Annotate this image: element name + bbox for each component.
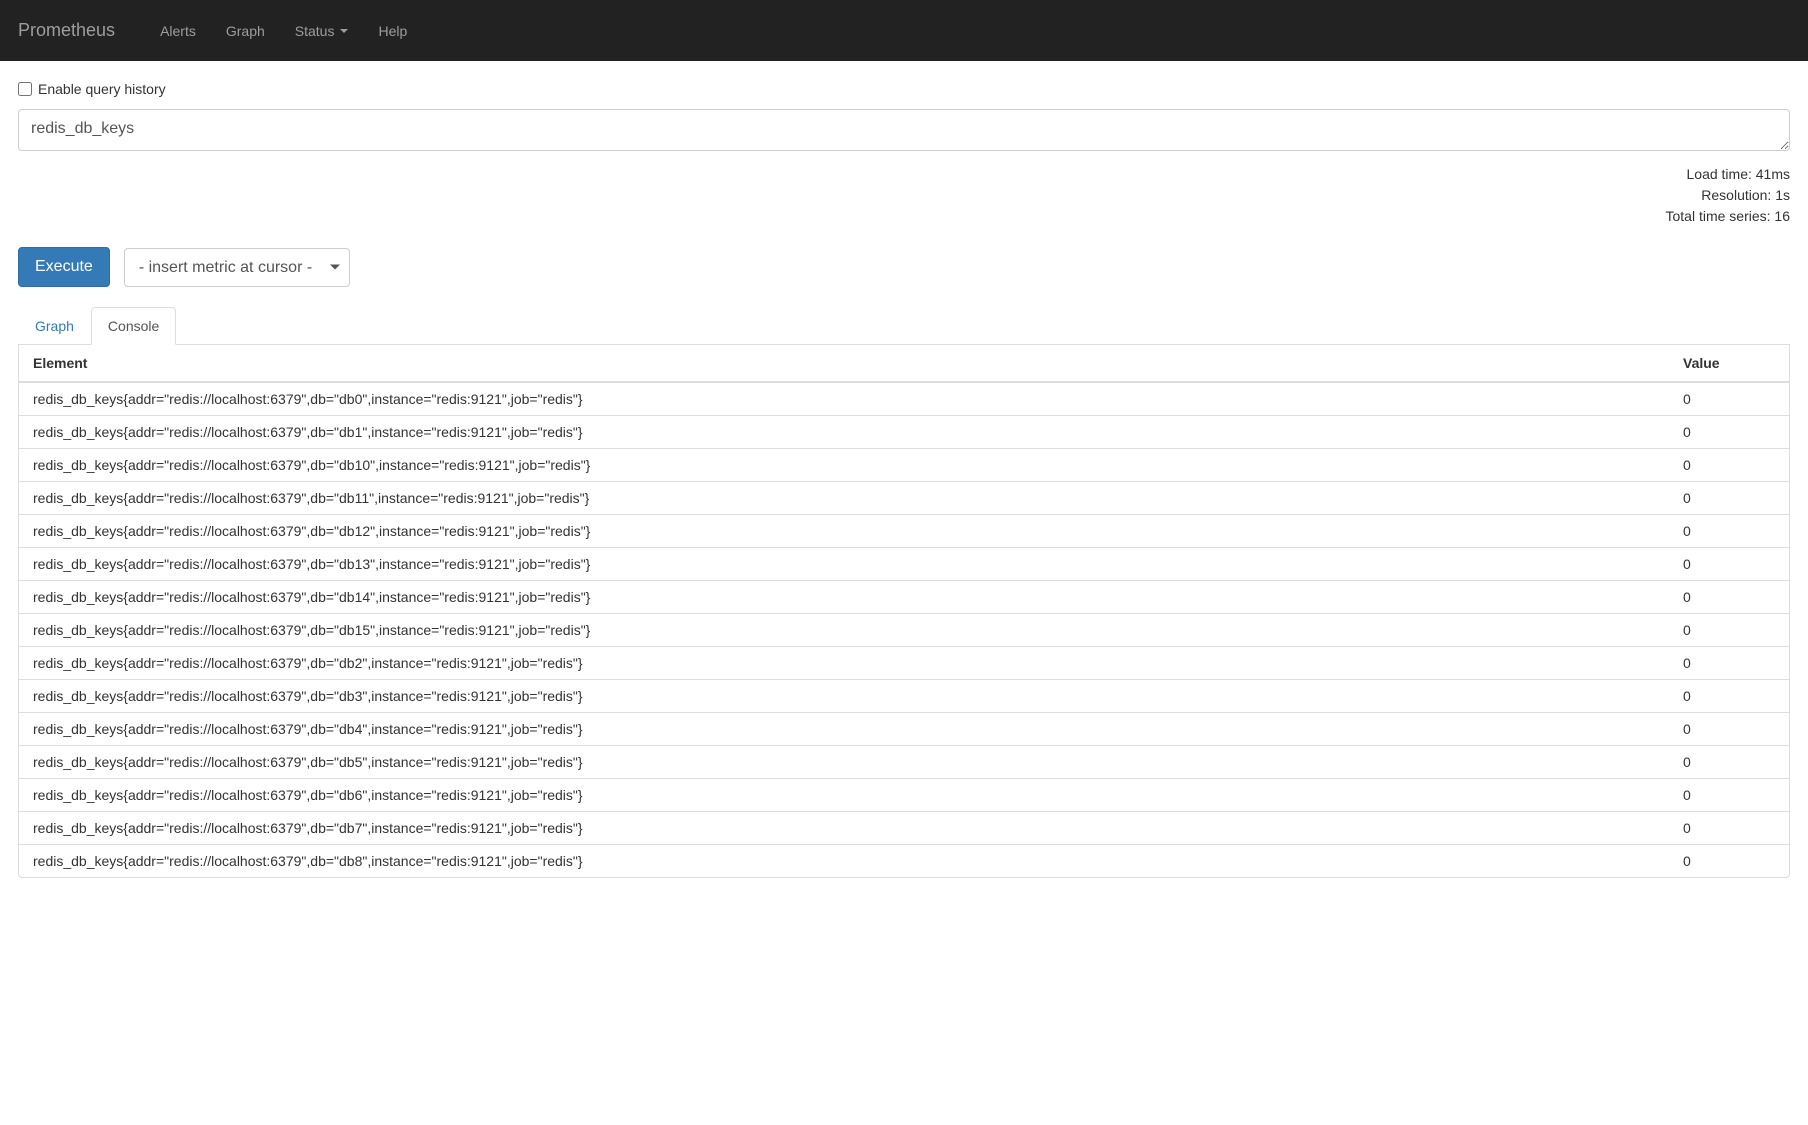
cell-element: redis_db_keys{addr="redis://localhost:63… xyxy=(19,581,1669,614)
cell-element: redis_db_keys{addr="redis://localhost:63… xyxy=(19,416,1669,449)
cell-element: redis_db_keys{addr="redis://localhost:63… xyxy=(19,548,1669,581)
cell-element: redis_db_keys{addr="redis://localhost:63… xyxy=(19,482,1669,515)
navbar: Prometheus Alerts Graph Status Help xyxy=(0,0,1808,61)
cell-element: redis_db_keys{addr="redis://localhost:63… xyxy=(19,515,1669,548)
nav-alerts[interactable]: Alerts xyxy=(145,23,211,39)
cell-element: redis_db_keys{addr="redis://localhost:63… xyxy=(19,449,1669,482)
cell-element: redis_db_keys{addr="redis://localhost:63… xyxy=(19,812,1669,845)
cell-value: 0 xyxy=(1669,680,1789,713)
query-stats: Load time: 41ms Resolution: 1s Total tim… xyxy=(18,164,1790,227)
results-panel: Element Value redis_db_keys{addr="redis:… xyxy=(18,345,1790,878)
tab-graph[interactable]: Graph xyxy=(18,307,91,345)
col-header-element: Element xyxy=(19,345,1669,382)
cell-element: redis_db_keys{addr="redis://localhost:63… xyxy=(19,647,1669,680)
cell-element: redis_db_keys{addr="redis://localhost:63… xyxy=(19,614,1669,647)
brand-link[interactable]: Prometheus xyxy=(18,20,145,41)
table-header-row: Element Value xyxy=(19,345,1789,382)
table-row: redis_db_keys{addr="redis://localhost:63… xyxy=(19,647,1789,680)
query-history-label: Enable query history xyxy=(38,81,166,97)
table-row: redis_db_keys{addr="redis://localhost:63… xyxy=(19,845,1789,878)
stat-load-time: Load time: 41ms xyxy=(18,164,1790,185)
cell-value: 0 xyxy=(1669,779,1789,812)
tabs: Graph Console xyxy=(18,307,1790,345)
table-row: redis_db_keys{addr="redis://localhost:63… xyxy=(19,746,1789,779)
cell-element: redis_db_keys{addr="redis://localhost:63… xyxy=(19,845,1669,878)
cell-element: redis_db_keys{addr="redis://localhost:63… xyxy=(19,746,1669,779)
results-table: Element Value redis_db_keys{addr="redis:… xyxy=(19,345,1789,877)
query-history-toggle[interactable]: Enable query history xyxy=(18,81,1790,97)
table-row: redis_db_keys{addr="redis://localhost:63… xyxy=(19,581,1789,614)
stat-total-series: Total time series: 16 xyxy=(18,206,1790,227)
execute-button[interactable]: Execute xyxy=(18,247,110,287)
cell-value: 0 xyxy=(1669,845,1789,878)
main-container: Enable query history Load time: 41ms Res… xyxy=(0,61,1808,898)
cell-value: 0 xyxy=(1669,614,1789,647)
cell-element: redis_db_keys{addr="redis://localhost:63… xyxy=(19,382,1669,416)
cell-value: 0 xyxy=(1669,449,1789,482)
query-history-checkbox[interactable] xyxy=(18,82,32,96)
cell-value: 0 xyxy=(1669,581,1789,614)
cell-element: redis_db_keys{addr="redis://localhost:63… xyxy=(19,713,1669,746)
nav-help[interactable]: Help xyxy=(363,23,422,39)
nav-status[interactable]: Status xyxy=(280,23,364,39)
table-row: redis_db_keys{addr="redis://localhost:63… xyxy=(19,614,1789,647)
table-row: redis_db_keys{addr="redis://localhost:63… xyxy=(19,779,1789,812)
table-row: redis_db_keys{addr="redis://localhost:63… xyxy=(19,515,1789,548)
table-row: redis_db_keys{addr="redis://localhost:63… xyxy=(19,713,1789,746)
cell-element: redis_db_keys{addr="redis://localhost:63… xyxy=(19,779,1669,812)
table-row: redis_db_keys{addr="redis://localhost:63… xyxy=(19,449,1789,482)
cell-value: 0 xyxy=(1669,713,1789,746)
table-row: redis_db_keys{addr="redis://localhost:63… xyxy=(19,482,1789,515)
action-row: Execute - insert metric at cursor - xyxy=(18,247,1790,287)
table-row: redis_db_keys{addr="redis://localhost:63… xyxy=(19,680,1789,713)
nav-graph[interactable]: Graph xyxy=(211,23,280,39)
table-row: redis_db_keys{addr="redis://localhost:63… xyxy=(19,382,1789,416)
cell-value: 0 xyxy=(1669,746,1789,779)
table-row: redis_db_keys{addr="redis://localhost:63… xyxy=(19,548,1789,581)
tab-console[interactable]: Console xyxy=(91,307,176,345)
col-header-value: Value xyxy=(1669,345,1789,382)
cell-value: 0 xyxy=(1669,647,1789,680)
table-row: redis_db_keys{addr="redis://localhost:63… xyxy=(19,812,1789,845)
table-row: redis_db_keys{addr="redis://localhost:63… xyxy=(19,416,1789,449)
cell-value: 0 xyxy=(1669,812,1789,845)
metric-select[interactable]: - insert metric at cursor - xyxy=(124,248,350,287)
cell-value: 0 xyxy=(1669,482,1789,515)
nav-status-label: Status xyxy=(295,23,335,39)
cell-value: 0 xyxy=(1669,416,1789,449)
cell-element: redis_db_keys{addr="redis://localhost:63… xyxy=(19,680,1669,713)
chevron-down-icon xyxy=(340,29,348,33)
stat-resolution: Resolution: 1s xyxy=(18,185,1790,206)
query-input[interactable] xyxy=(18,109,1790,151)
cell-value: 0 xyxy=(1669,515,1789,548)
cell-value: 0 xyxy=(1669,548,1789,581)
cell-value: 0 xyxy=(1669,382,1789,416)
